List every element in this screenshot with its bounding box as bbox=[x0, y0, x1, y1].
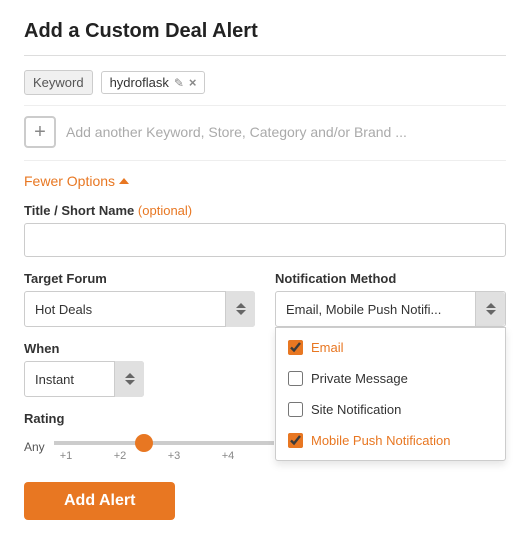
target-forum-col: Target Forum Hot Deals Freebies Gift Car… bbox=[24, 271, 255, 327]
close-icon[interactable]: × bbox=[189, 75, 197, 90]
add-keyword-button[interactable]: + bbox=[24, 116, 56, 148]
dropdown-item-email[interactable]: Email bbox=[276, 332, 505, 363]
target-forum-wrapper: Hot Deals Freebies Gift Card Exchange Sl… bbox=[24, 291, 255, 327]
edit-icon[interactable]: ✎ bbox=[174, 76, 184, 90]
dropdown-item-site-notification[interactable]: Site Notification bbox=[276, 394, 505, 425]
when-wrapper: Instant Daily Digest Weekly Digest bbox=[24, 361, 144, 397]
title-field-group: Title / Short Name (optional) bbox=[24, 203, 506, 271]
rating-any-label: Any bbox=[24, 440, 46, 454]
notification-arrow-icon bbox=[475, 292, 505, 326]
notification-dropdown-container: Email, Mobile Push Notifi... Email Priva… bbox=[275, 291, 506, 327]
dropdown-item-private-message[interactable]: Private Message bbox=[276, 363, 505, 394]
target-forum-label: Target Forum bbox=[24, 271, 255, 286]
site-notification-label: Site Notification bbox=[311, 402, 401, 417]
dropdown-item-mobile-push[interactable]: Mobile Push Notification bbox=[276, 425, 505, 456]
title-field-label: Title / Short Name (optional) bbox=[24, 203, 506, 218]
private-message-checkbox[interactable] bbox=[288, 371, 303, 386]
rating-slider[interactable] bbox=[54, 441, 274, 445]
page-title: Add a Custom Deal Alert bbox=[24, 20, 506, 56]
keyword-label: Keyword bbox=[24, 70, 93, 95]
email-label: Email bbox=[311, 340, 344, 355]
fewer-options-label: Fewer Options bbox=[24, 173, 115, 189]
add-keyword-row: + Add another Keyword, Store, Category a… bbox=[24, 116, 506, 161]
mobile-push-checkbox[interactable] bbox=[288, 433, 303, 448]
add-keyword-placeholder: Add another Keyword, Store, Category and… bbox=[66, 124, 407, 140]
two-col-section: Target Forum Hot Deals Freebies Gift Car… bbox=[24, 271, 506, 327]
keyword-section: Keyword hydroflask ✎ × bbox=[24, 70, 506, 106]
notification-method-label: Notification Method bbox=[275, 271, 506, 286]
slider-wrapper: +1 +2 +3 +4 +5 bbox=[54, 432, 294, 462]
email-checkbox[interactable] bbox=[288, 340, 303, 355]
keyword-tag-value: hydroflask bbox=[110, 75, 169, 90]
notification-method-col: Notification Method Email, Mobile Push N… bbox=[275, 271, 506, 327]
chevron-up-icon bbox=[119, 178, 129, 184]
private-message-label: Private Message bbox=[311, 371, 408, 386]
fewer-options-link[interactable]: Fewer Options bbox=[24, 173, 129, 189]
notification-dropdown: Email Private Message Site Notification … bbox=[275, 327, 506, 461]
mobile-push-label: Mobile Push Notification bbox=[311, 433, 450, 448]
title-input[interactable] bbox=[24, 223, 506, 257]
target-forum-select[interactable]: Hot Deals Freebies Gift Card Exchange Sl… bbox=[24, 291, 255, 327]
notification-display-text: Email, Mobile Push Notifi... bbox=[286, 302, 441, 317]
site-notification-checkbox[interactable] bbox=[288, 402, 303, 417]
when-select[interactable]: Instant Daily Digest Weekly Digest bbox=[24, 361, 144, 397]
notification-display[interactable]: Email, Mobile Push Notifi... bbox=[275, 291, 506, 327]
add-alert-button[interactable]: Add Alert bbox=[24, 482, 175, 520]
keyword-tag: hydroflask ✎ × bbox=[101, 71, 206, 94]
